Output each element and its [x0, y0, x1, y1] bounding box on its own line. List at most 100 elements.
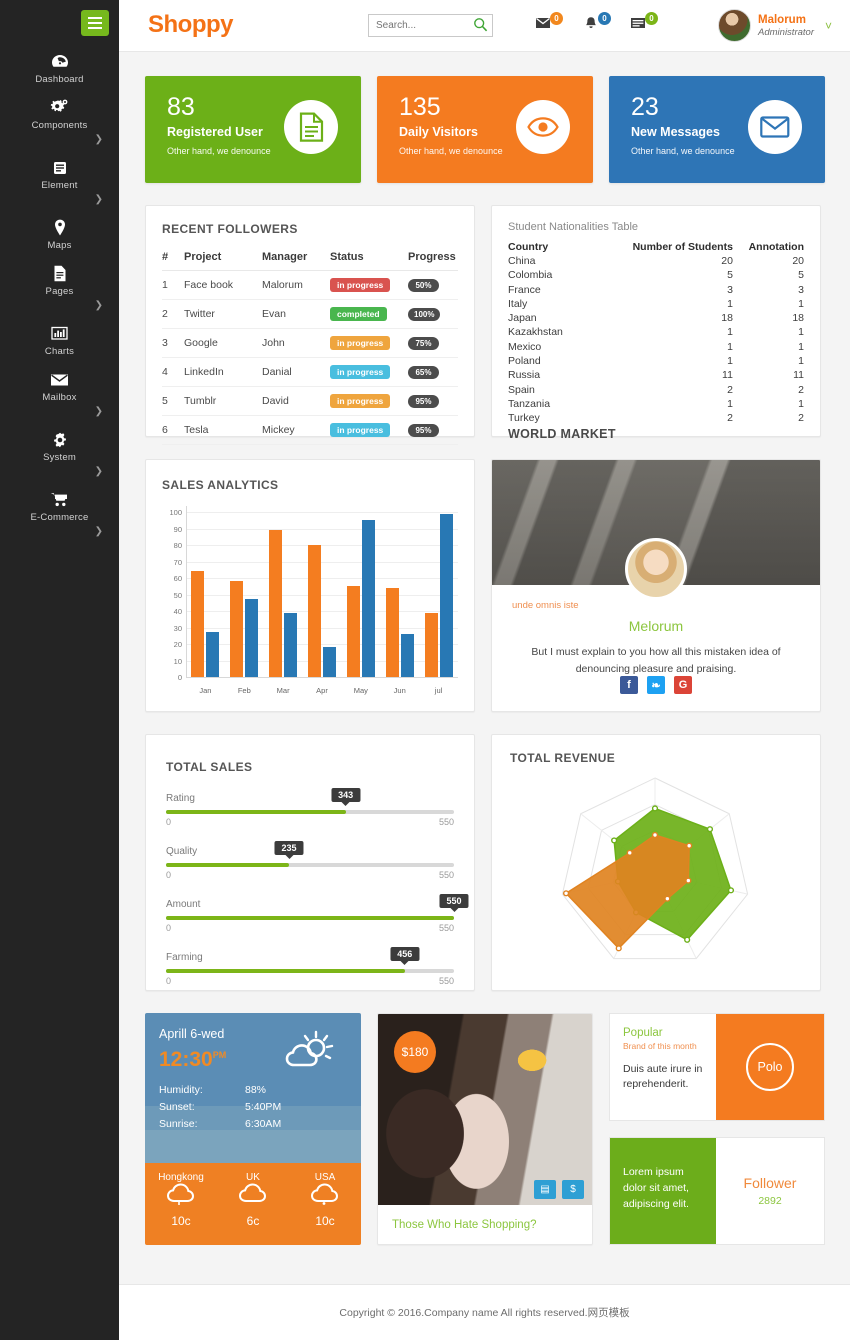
slider-track[interactable]: 235: [166, 863, 454, 867]
notification-tasks[interactable]: 0: [630, 16, 656, 38]
table-row[interactable]: 6TeslaMickeyin progress95%: [162, 416, 458, 445]
facebook-icon[interactable]: f: [620, 676, 638, 694]
world-market-title: WORLD MARKET: [508, 427, 804, 441]
gridline: [186, 644, 458, 645]
badge-count: 0: [598, 12, 611, 25]
progress-badge: 75%: [408, 337, 439, 350]
stat-card-daily-visitors[interactable]: 135 Daily Visitors Other hand, we denoun…: [377, 76, 593, 183]
pages-icon: [0, 264, 119, 283]
promo-text-area: Popular Brand of this month Duis aute ir…: [610, 1014, 716, 1120]
cell-project: Google: [184, 329, 262, 358]
twitter-icon[interactable]: ❧: [647, 676, 665, 694]
cell-country: France: [508, 283, 626, 297]
slider-farming[interactable]: Farming4560550: [166, 952, 454, 986]
cell-country: Turkey: [508, 411, 626, 425]
slider-fill: [166, 810, 346, 814]
column-header: Project: [184, 248, 262, 271]
profile-description: But I must explain to you how all this m…: [518, 644, 794, 678]
sidebar-item-components[interactable]: Components ❯: [0, 92, 119, 152]
cell-annotation: 20: [733, 254, 804, 268]
bar: [425, 613, 438, 677]
badge-count: 0: [550, 12, 563, 25]
table-row[interactable]: 3GoogleJohnin progress75%: [162, 329, 458, 358]
avatar: [625, 538, 687, 600]
chevron-right-icon[interactable]: ❯: [0, 467, 119, 477]
slider-amount[interactable]: Amount5500550: [166, 899, 454, 933]
hamburger-icon[interactable]: [81, 10, 109, 36]
sidebar-item-pages[interactable]: Pages ❯: [0, 258, 119, 318]
sidebar-item-label: E-Commerce: [0, 512, 119, 523]
weather-city: UK 6c: [217, 1163, 289, 1245]
chevron-right-icon[interactable]: ❯: [0, 135, 119, 145]
notification-bell[interactable]: 0: [583, 16, 609, 38]
sidebar-item-e-commerce[interactable]: E-Commerce ❯: [0, 484, 119, 544]
sidebar-item-maps[interactable]: Maps: [0, 212, 119, 258]
cell-annotation: 11: [733, 368, 804, 382]
weather-row: Sunrise:6:30AM: [159, 1118, 361, 1130]
table-row: Russia1111: [508, 368, 804, 382]
table-row[interactable]: 1Face bookMalorumin progress50%: [162, 271, 458, 300]
weather-value: 6:30AM: [245, 1118, 281, 1130]
slider-track[interactable]: 343: [166, 810, 454, 814]
progress-badge: 95%: [408, 395, 439, 408]
user-profile-menu[interactable]: Malorum Administrator ˅: [718, 9, 832, 42]
sidebar-item-charts[interactable]: Charts: [0, 318, 119, 364]
search-button[interactable]: [472, 17, 489, 34]
table-row[interactable]: 4LinkedInDanialin progress65%: [162, 358, 458, 387]
chevron-down-icon[interactable]: ˅: [825, 19, 832, 33]
weather-ampm: PM: [213, 1050, 227, 1060]
y-axis-tick: 50: [162, 591, 182, 600]
progress-badge: 50%: [408, 279, 439, 292]
cell-students: 2: [626, 411, 733, 425]
app-logo[interactable]: Shoppy: [148, 11, 233, 39]
google-plus-icon[interactable]: G: [674, 676, 692, 694]
sidebar-item-label: Maps: [0, 240, 119, 251]
dashboard-page: Dashboard Components ❯ Element ❯: [0, 0, 850, 1340]
cell-students: 11: [626, 368, 733, 382]
weather-cities: Hongkong 10c UK 6c USA 10c: [145, 1163, 361, 1245]
table-row[interactable]: 2TwitterEvancompleted100%: [162, 300, 458, 329]
dollar-icon[interactable]: $: [562, 1180, 584, 1199]
weather-widget: Aprill 6-wed 12:30PM: [145, 1013, 361, 1245]
sidebar-item-label: System: [0, 452, 119, 463]
slider-quality[interactable]: Quality2350550: [166, 846, 454, 880]
cell-annotation: 1: [733, 340, 804, 354]
card-icon[interactable]: ▤: [534, 1180, 556, 1199]
x-axis-tick: Jun: [383, 686, 417, 695]
slider-fill: [166, 969, 405, 973]
cell-project: LinkedIn: [184, 358, 262, 387]
cell-students: 1: [626, 354, 733, 368]
search-input[interactable]: [369, 15, 471, 36]
table-row[interactable]: 5TumblrDavidin progress95%: [162, 387, 458, 416]
radar-point: [687, 843, 692, 848]
chevron-right-icon[interactable]: ❯: [0, 527, 119, 537]
sidebar-item-system[interactable]: System ❯: [0, 424, 119, 484]
cell-annotation: 2: [733, 383, 804, 397]
notification-envelope[interactable]: 0: [535, 16, 561, 38]
follower-count: 2892: [758, 1195, 781, 1207]
radar-point: [729, 888, 734, 893]
shop-caption[interactable]: Those Who Hate Shopping?: [378, 1205, 592, 1244]
bar: [386, 588, 399, 677]
chevron-right-icon[interactable]: ❯: [0, 407, 119, 417]
y-axis-tick: 30: [162, 624, 182, 633]
y-axis-tick: 10: [162, 657, 182, 666]
stat-card-registered-user[interactable]: 83 Registered User Other hand, we denoun…: [145, 76, 361, 183]
chevron-right-icon[interactable]: ❯: [0, 301, 119, 311]
analytics-row: SALES ANALYTICS 0102030405060708090100Ja…: [145, 459, 825, 712]
sidebar-item-element[interactable]: Element ❯: [0, 152, 119, 212]
city-temp: 10c: [145, 1214, 217, 1228]
y-axis-tick: 0: [162, 673, 182, 682]
slider-track[interactable]: 550: [166, 916, 454, 920]
chevron-right-icon[interactable]: ❯: [0, 195, 119, 205]
bar: [206, 632, 219, 677]
slider-rating[interactable]: Rating3430550: [166, 793, 454, 827]
cell-country: Italy: [508, 297, 626, 311]
panel-title: TOTAL REVENUE: [510, 751, 820, 765]
search-box[interactable]: [368, 14, 493, 37]
sidebar-item-dashboard[interactable]: Dashboard: [0, 46, 119, 92]
cell-index: 4: [162, 358, 184, 387]
stat-card-new-messages[interactable]: 23 New Messages Other hand, we denounce: [609, 76, 825, 183]
sidebar-item-mailbox[interactable]: Mailbox ❯: [0, 364, 119, 424]
slider-track[interactable]: 456: [166, 969, 454, 973]
